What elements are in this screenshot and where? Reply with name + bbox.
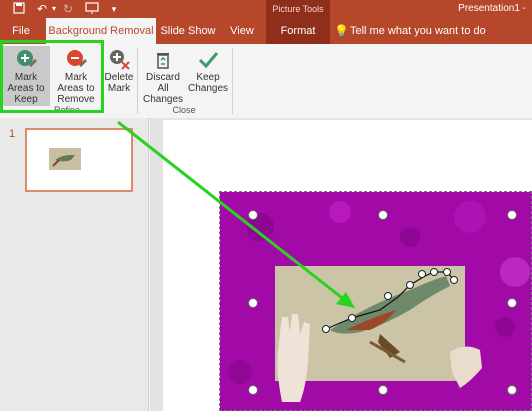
annotation-arrow xyxy=(117,120,355,308)
